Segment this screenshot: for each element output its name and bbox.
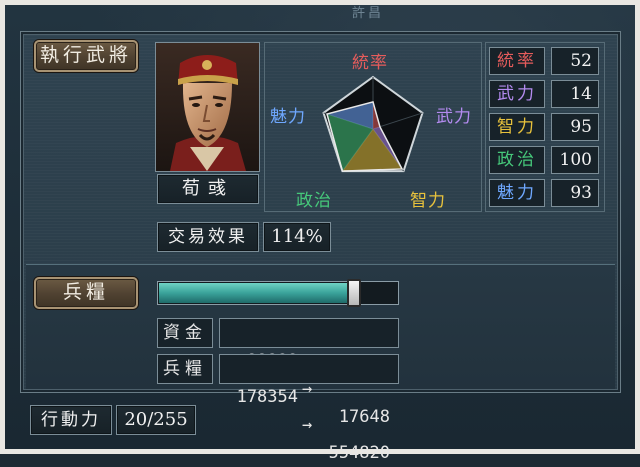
stat-label-politics: 政治 — [489, 146, 545, 174]
provisions-from: 178354 — [236, 387, 298, 407]
radar-label-charm: 魅力 — [270, 107, 306, 127]
funds-label: 資金 — [157, 318, 213, 348]
provisions-value: 178354 → 554820 — [219, 354, 399, 463]
radar-label-war: 武力 — [436, 107, 472, 127]
action-points-label: 行動力 — [30, 405, 112, 435]
provisions-to: 554820 — [328, 443, 390, 463]
officer-name-box: 荀彧 — [157, 174, 259, 204]
executor-button[interactable]: 執行武將 — [34, 40, 138, 72]
trade-effect-value: 114% — [263, 222, 331, 252]
action-points-value: 20/255 — [116, 405, 196, 435]
officer-portrait — [155, 42, 260, 172]
funds-value: 99999 → 17648 — [219, 318, 399, 427]
radar-label-leadership: 統率 — [352, 53, 388, 73]
radar-label-intelligence: 智力 — [410, 191, 446, 211]
provisions-slider-fill — [159, 283, 354, 303]
trade-effect-label: 交易效果 — [157, 222, 259, 252]
stat-value-charm: 93 — [551, 179, 599, 207]
officer-portrait-image — [156, 43, 259, 171]
stat-value-politics: 100 — [551, 146, 599, 174]
provisions-button[interactable]: 兵糧 — [34, 277, 138, 309]
stat-value-intelligence: 95 — [551, 113, 599, 141]
provisions-slider[interactable] — [157, 279, 399, 307]
provisions-slider-handle[interactable] — [347, 279, 361, 307]
provisions-arrow-icon: → — [302, 415, 313, 435]
stat-label-intelligence: 智力 — [489, 113, 545, 141]
radar-label-politics: 政治 — [296, 191, 332, 211]
provisions-label: 兵糧 — [157, 354, 213, 384]
stat-label-charm: 魅力 — [489, 179, 545, 207]
funds-to: 17648 — [338, 407, 390, 427]
stat-value-leadership: 52 — [551, 47, 599, 75]
officer-name: 荀彧 — [182, 178, 234, 199]
stat-label-war: 武力 — [489, 80, 545, 108]
stat-label-leadership: 統率 — [489, 47, 545, 75]
city-name-deco: 許昌 — [351, 6, 384, 21]
stat-value-war: 14 — [551, 80, 599, 108]
